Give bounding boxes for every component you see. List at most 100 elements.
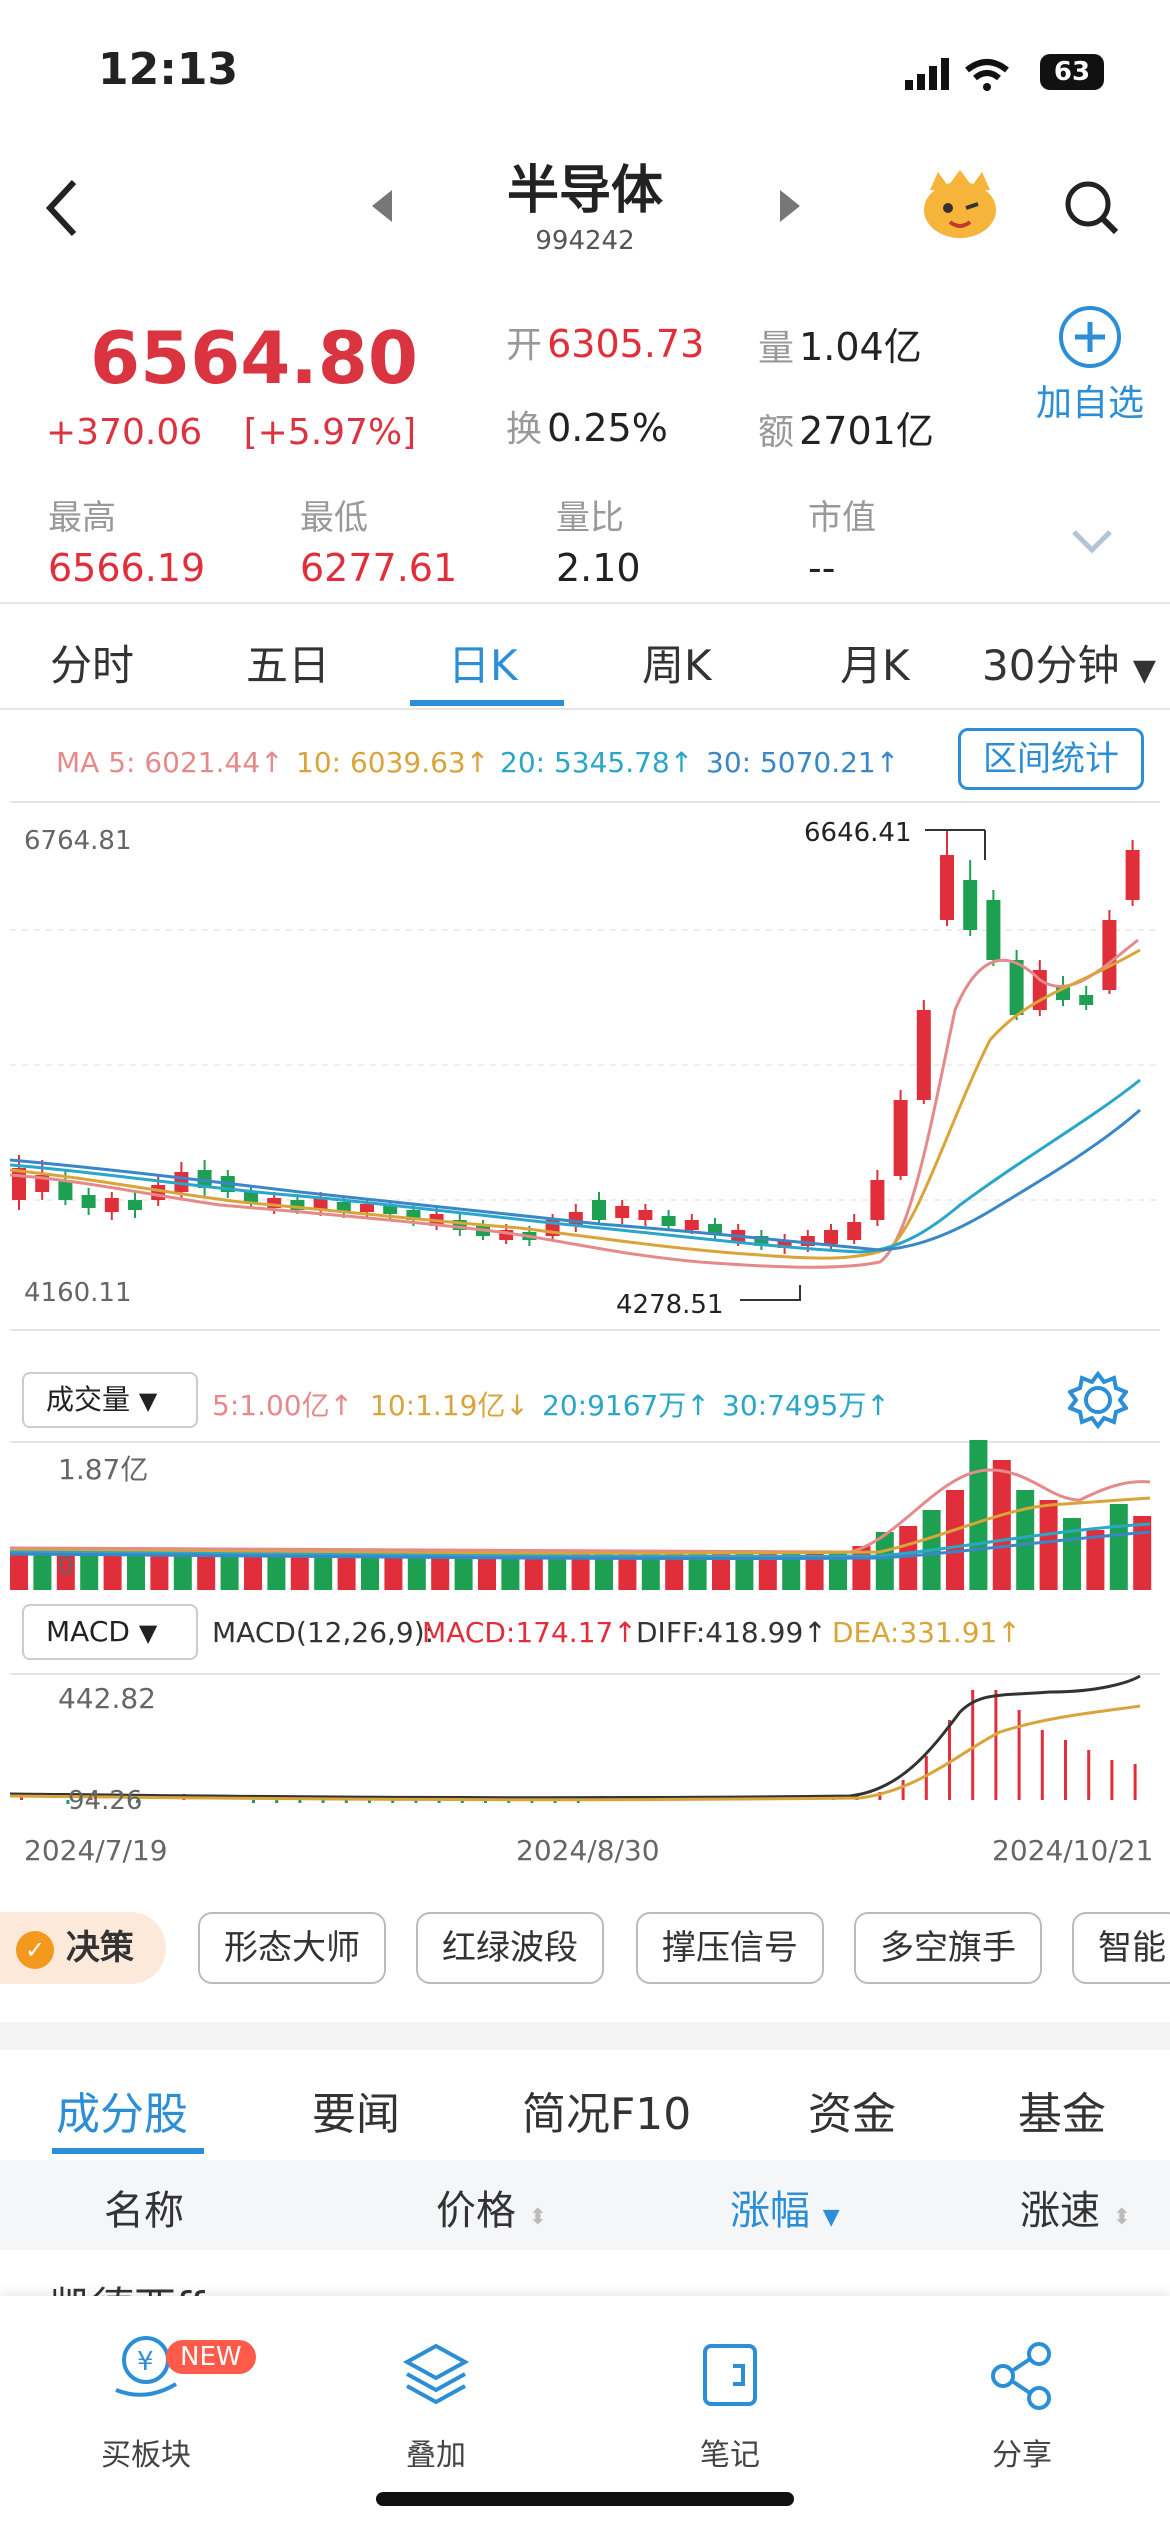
tab-30min-label: 30分钟 — [982, 641, 1120, 690]
tab-constituents[interactable]: 成分股 — [56, 2078, 188, 2142]
diff-value: DIFF:418.99↑ — [636, 1616, 827, 1649]
vol-ma5: 5:1.00亿↑ — [212, 1389, 354, 1422]
open-value: 6305.73 — [547, 322, 705, 366]
candle-body — [58, 1180, 73, 1200]
overlay-label: 叠加 — [406, 2438, 466, 2473]
tab-five-day[interactable]: 五日 — [246, 632, 330, 693]
chevron-down-icon[interactable] — [1070, 528, 1114, 556]
add-watchlist-button[interactable]: 加自选 — [1030, 304, 1150, 426]
candle-body — [824, 1230, 838, 1244]
vol-axis-top: 1.87亿 — [58, 1453, 149, 1486]
macd-selector[interactable]: MACD ▼ — [22, 1604, 198, 1660]
plus-circle-icon — [1059, 306, 1121, 368]
mktcap-value: -- — [808, 546, 836, 590]
candle-body — [847, 1222, 862, 1240]
col-speed[interactable]: 涨速 ⬍ — [1020, 2178, 1131, 2236]
mascot-icon[interactable] — [920, 170, 1000, 240]
macd-bar — [1064, 1740, 1067, 1800]
tab-monthly-k[interactable]: 月K — [840, 632, 910, 693]
tab-intraday[interactable]: 分时 — [50, 632, 134, 693]
macd-chart[interactable] — [0, 1672, 1170, 1832]
kline-chart[interactable] — [0, 800, 1170, 1340]
macd-bar — [1133, 1764, 1137, 1800]
col-change-label: 涨幅 — [730, 2188, 810, 2234]
col-change[interactable]: 涨幅 ▼ — [730, 2178, 840, 2236]
low-label: 最低 — [300, 498, 368, 538]
new-badge: NEW — [166, 2340, 256, 2374]
candle-body — [986, 900, 1001, 960]
volume-bar — [10, 1552, 28, 1590]
feature-pattern-master[interactable]: 形态大师 — [198, 1912, 386, 1984]
battery-indicator: 63 — [1040, 54, 1104, 90]
volume-bar — [454, 1554, 473, 1590]
volume-selector-label: 成交量 — [46, 1383, 131, 1416]
feature-bull-bear[interactable]: 多空旗手 — [854, 1912, 1042, 1984]
section-spacer — [0, 2022, 1170, 2050]
next-index-icon[interactable] — [776, 188, 804, 224]
volume-label: 量 — [758, 328, 795, 369]
layers-icon — [402, 2343, 470, 2405]
macd-bar — [901, 1780, 905, 1800]
change-value: +370.06 — [46, 412, 203, 453]
candle-body — [963, 880, 978, 930]
sort-icon: ⬍ — [1112, 2205, 1132, 2230]
notes-label: 笔记 — [700, 2438, 760, 2473]
tab-fund[interactable]: 基金 — [1018, 2078, 1106, 2142]
feature-support-resistance[interactable]: 撑压信号 — [636, 1912, 824, 1984]
volume-chart[interactable] — [0, 1440, 1170, 1600]
col-speed-label: 涨速 — [1020, 2188, 1100, 2234]
decision-icon: ✓ — [16, 1930, 54, 1969]
feature-smart[interactable]: 智能 — [1072, 1912, 1170, 1984]
kline-axis-high: 6764.81 — [24, 826, 132, 856]
add-watchlist-label: 加自选 — [1035, 383, 1144, 424]
candle-body — [81, 1195, 96, 1208]
partial-row-name[interactable]: 凯德西ff — [50, 2274, 205, 2296]
tab-news[interactable]: 要闻 — [312, 2078, 400, 2142]
high-label: 最高 — [48, 498, 116, 538]
candle-body — [1125, 850, 1140, 900]
tab-funds-flow[interactable]: 资金 — [808, 2078, 896, 2142]
dropdown-triangle-icon: ▼ — [138, 1619, 158, 1647]
volume-bar — [899, 1526, 918, 1590]
tab-profile-f10[interactable]: 简况F10 — [522, 2078, 691, 2142]
decision-button[interactable]: ✓ 决策 — [0, 1912, 166, 1984]
ratio-value: 2.10 — [556, 546, 641, 590]
feature-red-green-band[interactable]: 红绿波段 — [416, 1912, 604, 1984]
ma5-legend: MA 5: 6021.44↑ — [56, 746, 284, 779]
volume-bar — [1016, 1490, 1035, 1590]
sort-icon: ⬍ — [528, 2205, 548, 2230]
amount-value: 2701亿 — [799, 409, 934, 453]
col-price[interactable]: 价格 ⬍ — [436, 2178, 547, 2236]
current-price: 6564.80 — [90, 316, 418, 400]
dea-value: DEA:331.91↑ — [832, 1616, 1021, 1649]
decision-label: 决策 — [65, 1928, 134, 1968]
tab-30min[interactable]: 30分钟 ▼ — [982, 632, 1156, 693]
macd-bar — [1110, 1760, 1114, 1800]
high-value: 6566.19 — [48, 546, 206, 590]
settings-gear-icon[interactable] — [1068, 1370, 1128, 1430]
turnover-label: 换 — [506, 409, 543, 450]
candle-body — [360, 1204, 374, 1212]
search-icon[interactable] — [1062, 178, 1122, 238]
date-mid: 2024/8/30 — [516, 1834, 660, 1867]
macd-bar — [971, 1690, 975, 1800]
price-change: +370.06 [+5.97%] — [46, 412, 416, 453]
volume-bar — [361, 1554, 379, 1590]
candle-body — [684, 1220, 699, 1230]
tab-weekly-k[interactable]: 周K — [642, 632, 712, 693]
candle-body — [383, 1206, 398, 1214]
buy-sector-label: 买板块 — [101, 2438, 191, 2473]
notes-icon — [703, 2344, 757, 2406]
low-value: 6277.61 — [300, 546, 458, 590]
volume-bar — [197, 1554, 216, 1590]
share-button[interactable] — [942, 2340, 1102, 2414]
notes-button[interactable] — [650, 2340, 810, 2414]
change-percent: [+5.97%] — [243, 412, 417, 453]
tab-daily-k[interactable]: 日K — [448, 632, 518, 693]
volume-bar — [220, 1552, 239, 1590]
candle-body — [1079, 995, 1094, 1005]
kline-axis-low: 4160.11 — [24, 1278, 132, 1308]
range-stats-button[interactable]: 区间统计 — [958, 728, 1144, 790]
volume-selector[interactable]: 成交量 ▼ — [22, 1372, 198, 1428]
overlay-button[interactable] — [356, 2340, 516, 2414]
